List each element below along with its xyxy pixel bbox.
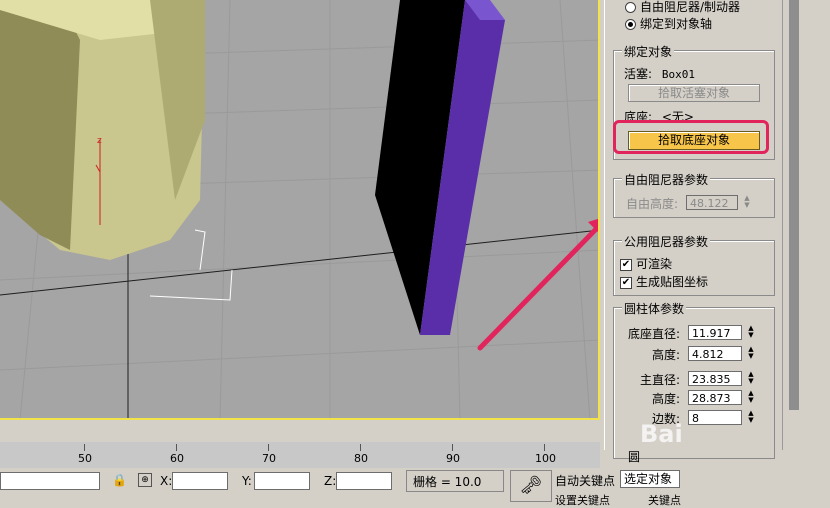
base-height-label: 高度: (652, 348, 681, 362)
tick (452, 444, 453, 451)
plunger-label: 活塞: (624, 67, 653, 81)
scroll-thumb[interactable] (789, 0, 799, 410)
base-height-spinner[interactable]: ▲ ▼ (746, 346, 756, 361)
option-label: 绑定到对象轴 (640, 17, 713, 31)
prompt-field[interactable] (0, 472, 100, 490)
radio-icon[interactable] (625, 2, 636, 13)
option-label: 自由阻尼器/制动器 (640, 0, 741, 14)
panel-scrollbar[interactable] (782, 0, 830, 450)
watermark-logo: Bai (640, 420, 683, 448)
y-coord-label: Y: (242, 474, 252, 488)
set-key-button[interactable]: 设置关键点 (555, 492, 610, 508)
grid-size-display: 栅格 = 10.0 (406, 470, 504, 492)
main-height-field[interactable]: 28.873 (688, 390, 742, 405)
main-height-label: 高度: (652, 392, 681, 406)
x-coord-label: X: (160, 474, 173, 488)
key-filters-button[interactable]: 关键点 (648, 492, 681, 508)
checkbox-icon[interactable]: ✔ (620, 258, 632, 271)
selection-dropdown[interactable]: 选定对象 (620, 470, 680, 488)
tick (360, 444, 361, 451)
plunger-row: 活塞: Box01 (624, 65, 695, 82)
tick (544, 444, 545, 451)
base-diameter-field[interactable]: 11.917 (688, 325, 742, 340)
checkbox-label: 生成贴图坐标 (636, 275, 709, 289)
auto-key-button[interactable]: 自动关键点 (555, 472, 615, 489)
tick-label: 50 (78, 452, 92, 465)
tick-label: 100 (535, 452, 556, 465)
z-axis-label: z (97, 136, 102, 146)
radio-icon[interactable] (625, 19, 636, 30)
free-damper-params-group: 自由阻尼器参数 自由高度: 48.122 ▲ ▼ (613, 171, 775, 218)
sides-field[interactable]: 8 (688, 410, 742, 425)
pick-plunger-button[interactable]: 拾取活塞对象 (628, 84, 760, 102)
z-coord-label: Z: (324, 474, 337, 488)
x-coord-field[interactable] (172, 472, 228, 490)
main-diameter-field[interactable]: 23.835 (688, 371, 742, 386)
radio-bind-to-object[interactable]: 绑定到对象轴 (625, 15, 712, 32)
sides-spinner[interactable]: ▲ ▼ (746, 410, 756, 425)
highlight-frame (613, 120, 769, 154)
checkbox-label: 可渲染 (636, 257, 673, 271)
base-diameter-label: 底座直径: (628, 327, 681, 341)
z-coord-field[interactable] (336, 472, 392, 490)
y-coord-field[interactable] (254, 472, 310, 490)
base-height-field[interactable]: 4.812 (688, 346, 742, 361)
viewport-scene: z (0, 0, 598, 418)
group-title: 自由阻尼器参数 (622, 171, 711, 188)
tick-label: 80 (354, 452, 368, 465)
group-title: 公用阻尼器参数 (622, 233, 711, 250)
absolute-mode-icon[interactable]: ⊕ (138, 473, 152, 487)
tick (268, 444, 269, 451)
command-panel: 自由阻尼器/制动器 绑定到对象轴 绑定对象 活塞: Box01 拾取活塞对象 底… (604, 0, 783, 464)
tick (176, 444, 177, 451)
perspective-viewport[interactable]: z (0, 0, 600, 420)
tick-label: 70 (262, 452, 276, 465)
main-height-spinner[interactable]: ▲ ▼ (746, 390, 756, 405)
mapping-coords-checkbox[interactable]: ✔ 生成贴图坐标 (620, 273, 708, 290)
partial-label: 圆 (628, 450, 641, 464)
tick-label: 90 (446, 452, 460, 465)
main-diameter-label: 主直径: (640, 373, 681, 387)
tick (84, 444, 85, 451)
free-height-spinner[interactable]: ▲ ▼ (742, 195, 752, 210)
tick-label: 60 (170, 452, 184, 465)
group-title: 绑定对象 (622, 43, 675, 60)
key-icon[interactable]: 🗝 (510, 470, 552, 502)
base-diameter-spinner[interactable]: ▲ ▼ (746, 325, 756, 340)
timeline-ruler[interactable]: 50 60 70 80 90 100 (0, 442, 600, 468)
cylinder-params-group: 圆柱体参数 底座直径: 11.917 ▲ ▼ 高度: 4.812 ▲ ▼ 主直径: … (613, 300, 775, 464)
main-diameter-spinner[interactable]: ▲ ▼ (746, 371, 756, 386)
lock-icon[interactable]: 🔒 (112, 473, 127, 487)
checkbox-icon[interactable]: ✔ (620, 276, 632, 289)
group-title: 圆柱体参数 (622, 300, 687, 317)
status-bar: 🔒 ⊕ X: Y: Z: 栅格 = 10.0 🗝 自动关键点 选定对象 设置关键… (0, 468, 830, 507)
free-height-label: 自由高度: (626, 197, 679, 211)
common-damper-params-group: 公用阻尼器参数 ✔ 可渲染 ✔ 生成贴图坐标 (613, 233, 775, 296)
renderable-checkbox[interactable]: ✔ 可渲染 (620, 255, 672, 272)
plunger-value: Box01 (661, 68, 695, 81)
radio-free-damper[interactable]: 自由阻尼器/制动器 (625, 0, 740, 15)
free-height-field[interactable]: 48.122 (686, 195, 738, 210)
